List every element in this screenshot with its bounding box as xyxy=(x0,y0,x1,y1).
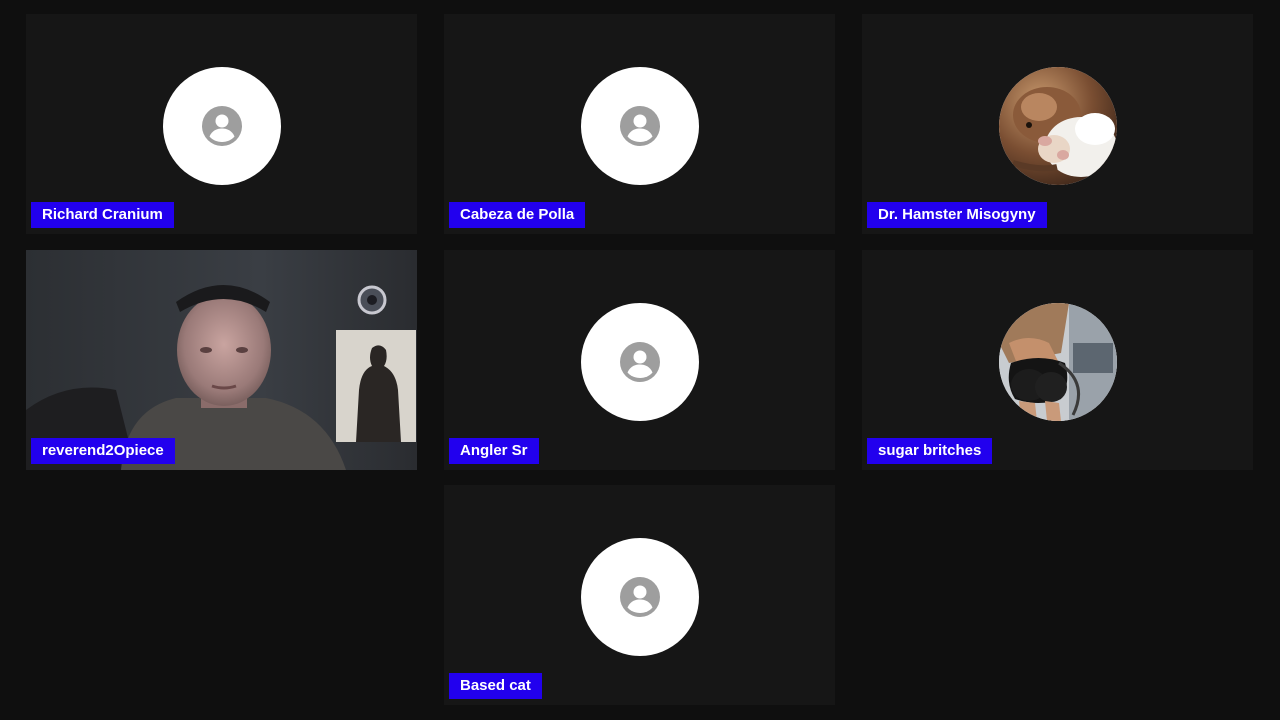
video-call-grid: Richard Cranium Cabeza de Polla Dr. Hams… xyxy=(0,0,1280,720)
avatar xyxy=(162,67,281,185)
participant-tile[interactable]: reverend2Opiece xyxy=(26,250,417,470)
participant-name: Dr. Hamster Misogyny xyxy=(867,202,1047,228)
participant-name: Based cat xyxy=(449,673,542,699)
person-icon xyxy=(619,106,660,146)
hamster-photo-avatar xyxy=(998,67,1117,185)
participant-name: Angler Sr xyxy=(449,438,539,464)
participant-tile[interactable]: Richard Cranium xyxy=(26,14,417,234)
person-icon xyxy=(619,577,660,617)
participant-name: Cabeza de Polla xyxy=(449,202,586,228)
avatar xyxy=(580,67,699,185)
participant-tile[interactable]: sugar britches xyxy=(862,250,1253,470)
participant-tile[interactable]: Cabeza de Polla xyxy=(444,14,835,234)
person-icon xyxy=(619,342,660,382)
participant-name: Richard Cranium xyxy=(31,202,174,228)
participant-name: sugar britches xyxy=(867,438,993,464)
participant-tile[interactable]: Based cat xyxy=(444,485,835,705)
profile-photo-avatar xyxy=(998,303,1117,421)
hamster-photo xyxy=(998,67,1117,185)
live-video xyxy=(26,250,417,470)
person-icon xyxy=(201,106,242,146)
avatar xyxy=(580,303,699,421)
profile-photo xyxy=(998,303,1117,421)
participant-tile[interactable]: Dr. Hamster Misogyny xyxy=(862,14,1253,234)
avatar xyxy=(580,538,699,656)
participant-name: reverend2Opiece xyxy=(31,438,175,464)
participant-tile[interactable]: Angler Sr xyxy=(444,250,835,470)
